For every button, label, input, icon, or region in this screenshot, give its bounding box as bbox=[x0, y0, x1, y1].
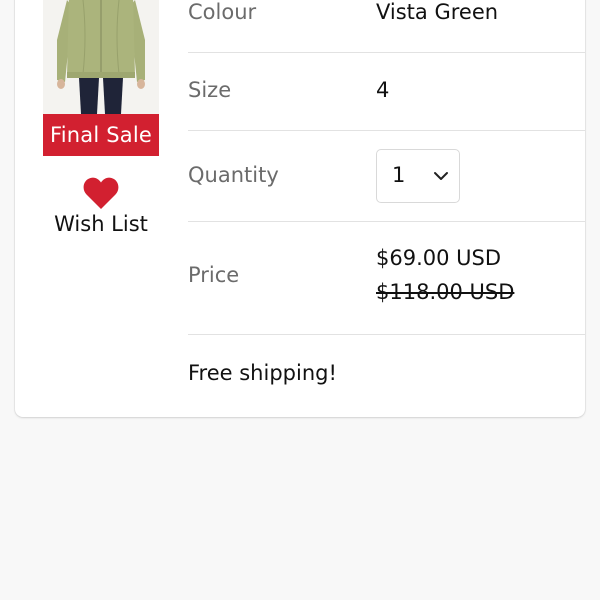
colour-value: Vista Green bbox=[376, 0, 499, 24]
divider bbox=[188, 52, 585, 53]
divider bbox=[188, 221, 585, 222]
price-original: $118.00 USD bbox=[376, 280, 515, 304]
jacket-photo bbox=[43, 0, 159, 114]
heart-icon[interactable] bbox=[83, 176, 119, 210]
product-card: Final Sale Wish List Colour Vista Green … bbox=[15, 0, 585, 417]
divider bbox=[188, 130, 585, 131]
colour-row: Colour Vista Green bbox=[188, 0, 585, 52]
divider bbox=[188, 334, 585, 335]
price-row: Price $69.00 USD $118.00 USD bbox=[188, 246, 585, 306]
quantity-value: 1 bbox=[392, 163, 406, 187]
wishlist-label[interactable]: Wish List bbox=[43, 212, 159, 236]
quantity-label: Quantity bbox=[188, 163, 279, 187]
shipping-note: Free shipping! bbox=[188, 361, 337, 385]
size-value: 4 bbox=[376, 78, 390, 102]
size-row: Size 4 bbox=[188, 78, 585, 108]
price-label: Price bbox=[188, 263, 240, 287]
chevron-down-icon bbox=[434, 172, 448, 180]
final-sale-badge: Final Sale bbox=[43, 114, 159, 156]
quantity-select[interactable]: 1 bbox=[376, 149, 460, 203]
product-image[interactable] bbox=[43, 0, 159, 114]
size-label: Size bbox=[188, 78, 232, 102]
colour-label: Colour bbox=[188, 0, 257, 24]
price-current: $69.00 USD bbox=[376, 246, 502, 270]
quantity-row: Quantity 1 bbox=[188, 149, 585, 203]
